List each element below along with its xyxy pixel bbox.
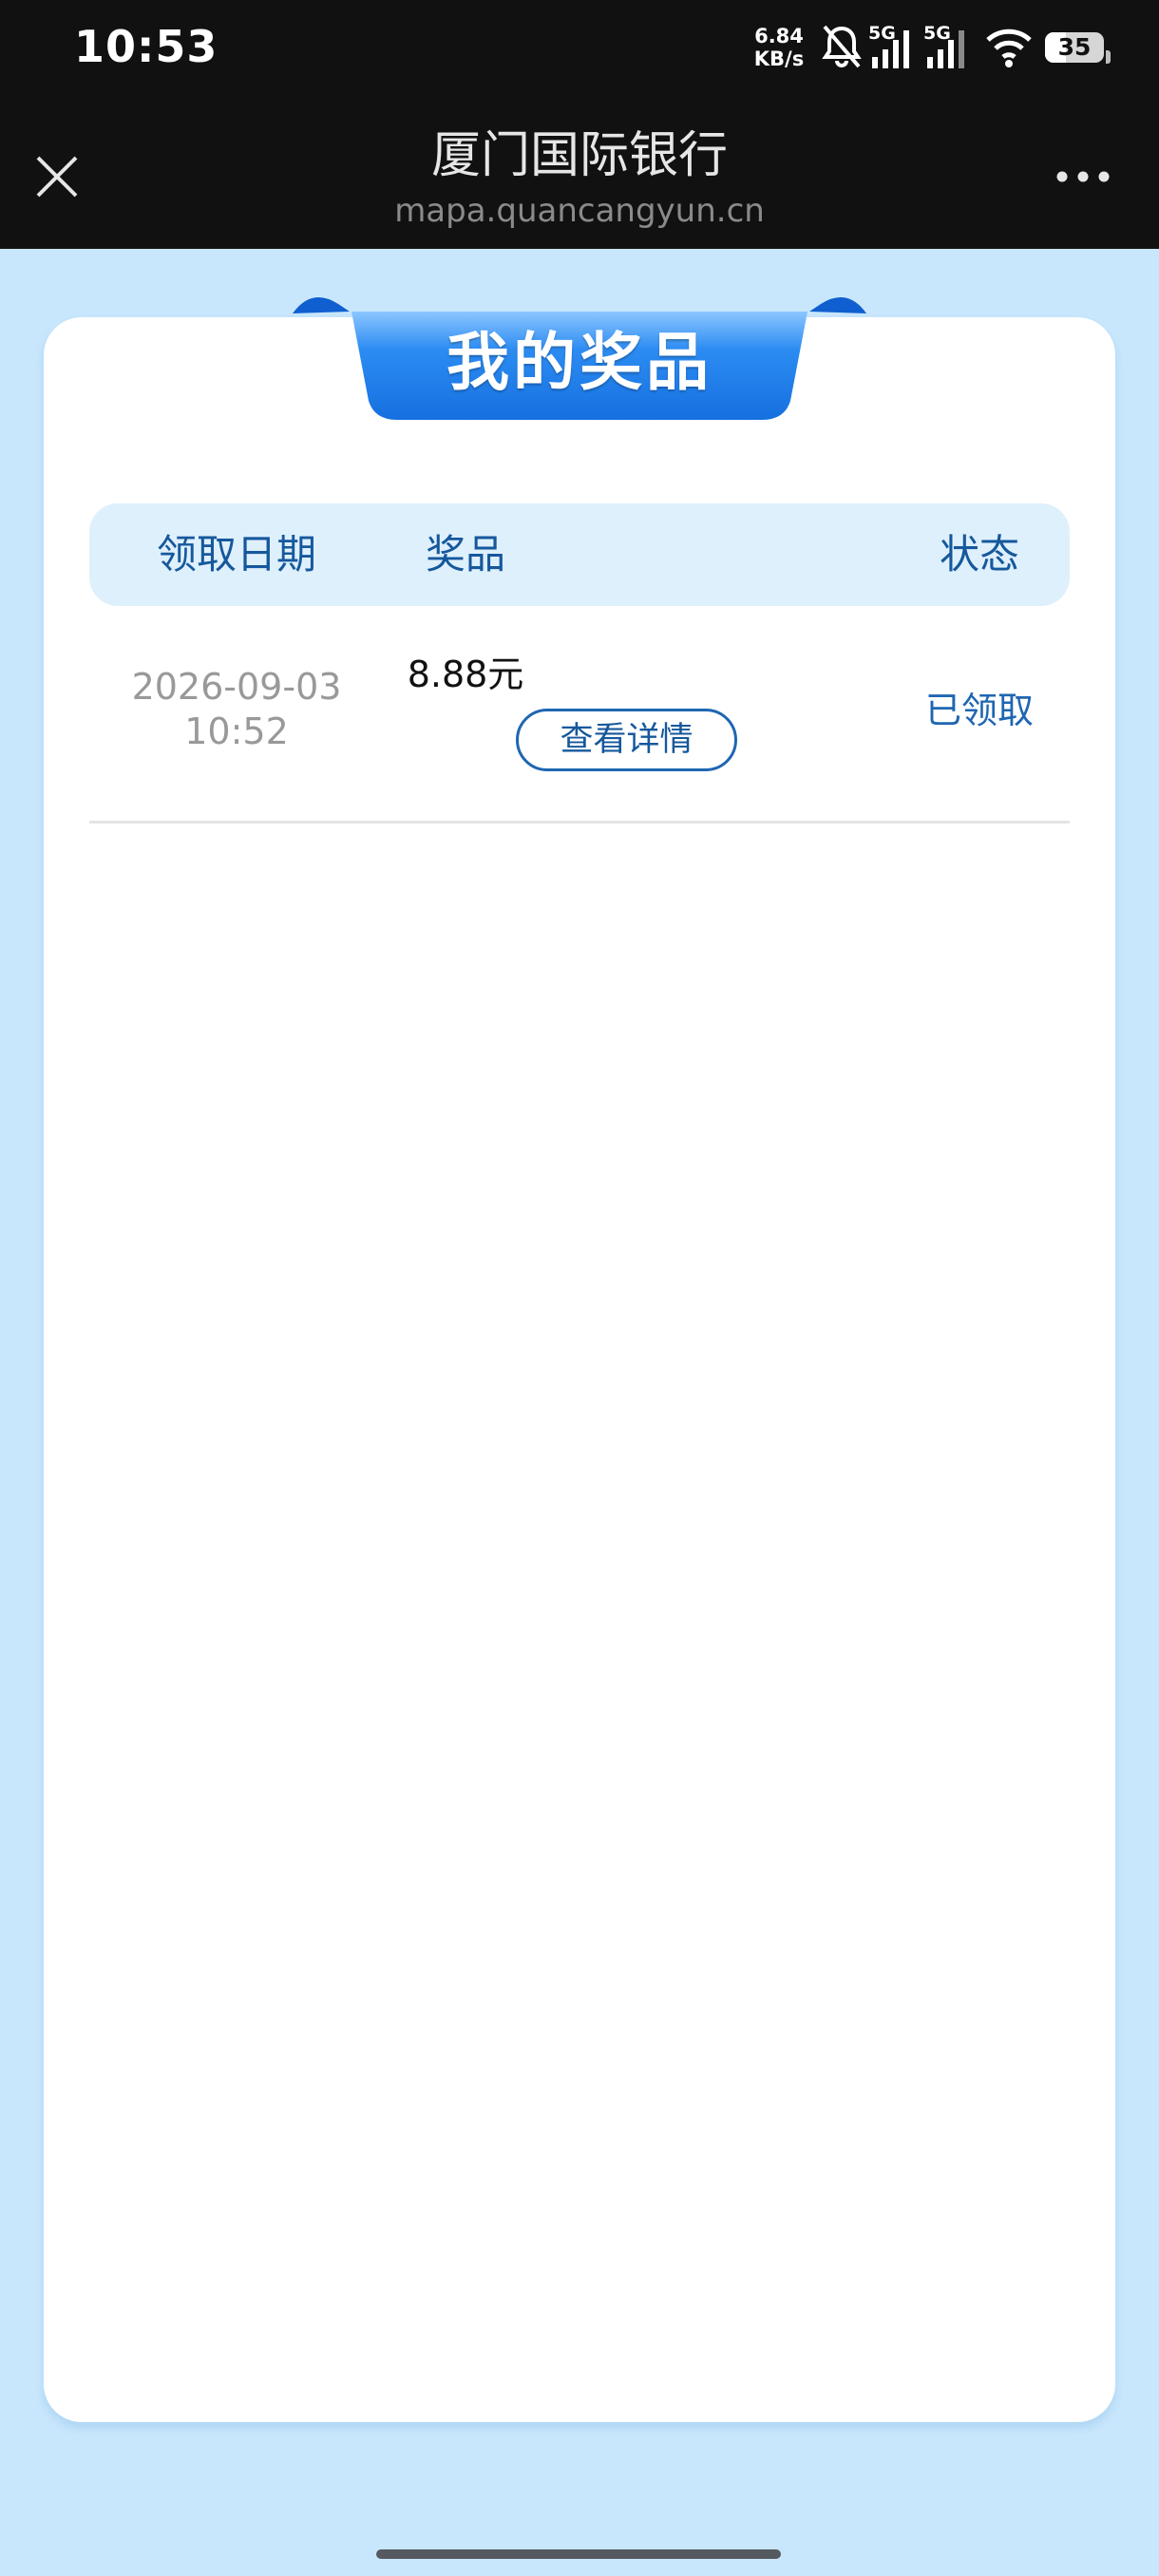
view-details-button[interactable]: 查看详情	[516, 709, 737, 771]
row-divider	[89, 821, 1070, 824]
wifi-icon	[986, 28, 1032, 67]
page-title: 厦门国际银行	[430, 127, 728, 184]
home-indicator[interactable]	[376, 2549, 781, 2559]
column-header-status: 状态	[939, 531, 1019, 578]
banner-title: 我的奖品	[446, 325, 712, 399]
status-bar: 10:53 6.84 KB/s 5G 5G 35	[0, 0, 1159, 99]
column-header-prize: 奖品	[425, 531, 505, 578]
row-status: 已领取	[924, 690, 1034, 731]
more-icon[interactable]	[1053, 158, 1113, 196]
browser-nav-bar: 厦门国际银行 mapa.quancangyun.cn	[0, 99, 1159, 249]
page-url: mapa.quancangyun.cn	[394, 192, 765, 230]
battery-tip	[1106, 50, 1111, 64]
cellular-signal-icon	[872, 30, 909, 68]
table-row: 2026-09-03 10:52 8.88元 查看详情 已领取	[89, 627, 1070, 824]
bell-muted-icon	[822, 25, 862, 68]
battery-level: 35	[1057, 33, 1092, 61]
cellular-signal-icon	[927, 30, 964, 68]
table-header: 领取日期 奖品 状态	[89, 503, 1070, 606]
battery-icon: 35	[1045, 32, 1111, 64]
row-prize-amount: 8.88元	[407, 653, 524, 695]
network-speed: 6.84 KB/s	[753, 25, 805, 70]
status-time: 10:53	[74, 21, 218, 72]
